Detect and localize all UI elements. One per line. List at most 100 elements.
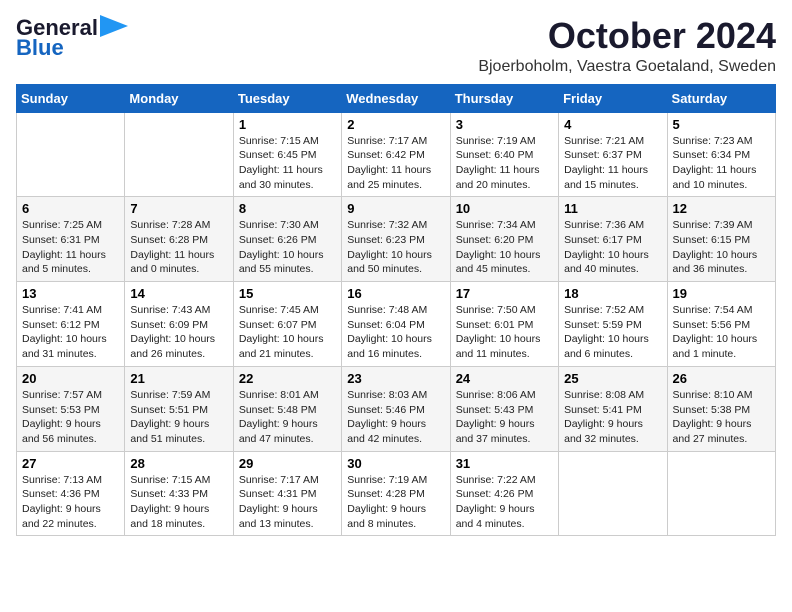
day-detail: Sunrise: 7:21 AM Sunset: 6:37 PM Dayligh…	[564, 134, 661, 193]
day-number: 28	[130, 456, 227, 471]
calendar-cell: 26 Sunrise: 8:10 AM Sunset: 5:38 PM Dayli…	[667, 366, 775, 451]
calendar-cell: 21 Sunrise: 7:59 AM Sunset: 5:51 PM Dayli…	[125, 366, 233, 451]
week-row-5: 27 Sunrise: 7:13 AM Sunset: 4:36 PM Dayli…	[17, 451, 776, 536]
logo-arrow-icon	[100, 15, 128, 37]
calendar-cell: 20 Sunrise: 7:57 AM Sunset: 5:53 PM Dayli…	[17, 366, 125, 451]
day-detail: Sunrise: 7:39 AM Sunset: 6:15 PM Dayligh…	[673, 218, 770, 277]
week-row-3: 13 Sunrise: 7:41 AM Sunset: 6:12 PM Dayli…	[17, 282, 776, 367]
calendar-cell: 11Sunrise: 7:36 AM Sunset: 6:17 PM Dayli…	[559, 197, 667, 282]
calendar-cell: 28Sunrise: 7:15 AM Sunset: 4:33 PM Dayli…	[125, 451, 233, 536]
day-number: 5	[673, 117, 770, 132]
day-number: 7	[130, 201, 227, 216]
day-detail: Sunrise: 7:48 AM Sunset: 6:04 PM Dayligh…	[347, 303, 444, 362]
day-number: 1	[239, 117, 336, 132]
day-detail: Sunrise: 7:30 AM Sunset: 6:26 PM Dayligh…	[239, 218, 336, 277]
day-detail: Sunrise: 7:19 AM Sunset: 4:28 PM Dayligh…	[347, 473, 444, 532]
day-number: 3	[456, 117, 553, 132]
day-detail: Sunrise: 7:32 AM Sunset: 6:23 PM Dayligh…	[347, 218, 444, 277]
calendar-cell: 1 Sunrise: 7:15 AM Sunset: 6:45 PM Daylig…	[233, 112, 341, 197]
weekday-header-saturday: Saturday	[667, 84, 775, 112]
day-detail: Sunrise: 7:45 AM Sunset: 6:07 PM Dayligh…	[239, 303, 336, 362]
day-detail: Sunrise: 7:41 AM Sunset: 6:12 PM Dayligh…	[22, 303, 119, 362]
calendar-cell: 10Sunrise: 7:34 AM Sunset: 6:20 PM Dayli…	[450, 197, 558, 282]
calendar-table: SundayMondayTuesdayWednesdayThursdayFrid…	[16, 84, 776, 537]
calendar-cell: 17 Sunrise: 7:50 AM Sunset: 6:01 PM Dayli…	[450, 282, 558, 367]
day-detail: Sunrise: 7:57 AM Sunset: 5:53 PM Dayligh…	[22, 388, 119, 447]
day-number: 18	[564, 286, 661, 301]
day-detail: Sunrise: 8:10 AM Sunset: 5:38 PM Dayligh…	[673, 388, 770, 447]
day-detail: Sunrise: 8:03 AM Sunset: 5:46 PM Dayligh…	[347, 388, 444, 447]
day-number: 24	[456, 371, 553, 386]
calendar-cell	[667, 451, 775, 536]
day-number: 8	[239, 201, 336, 216]
weekday-header-friday: Friday	[559, 84, 667, 112]
calendar-cell: 14Sunrise: 7:43 AM Sunset: 6:09 PM Dayli…	[125, 282, 233, 367]
day-number: 20	[22, 371, 119, 386]
day-detail: Sunrise: 7:19 AM Sunset: 6:40 PM Dayligh…	[456, 134, 553, 193]
day-number: 15	[239, 286, 336, 301]
day-number: 27	[22, 456, 119, 471]
calendar-cell: 31Sunrise: 7:22 AM Sunset: 4:26 PM Dayli…	[450, 451, 558, 536]
day-number: 2	[347, 117, 444, 132]
day-detail: Sunrise: 7:13 AM Sunset: 4:36 PM Dayligh…	[22, 473, 119, 532]
day-number: 25	[564, 371, 661, 386]
calendar-body: 1 Sunrise: 7:15 AM Sunset: 6:45 PM Daylig…	[17, 112, 776, 536]
week-row-4: 20 Sunrise: 7:57 AM Sunset: 5:53 PM Dayli…	[17, 366, 776, 451]
day-detail: Sunrise: 8:06 AM Sunset: 5:43 PM Dayligh…	[456, 388, 553, 447]
calendar-cell: 22Sunrise: 8:01 AM Sunset: 5:48 PM Dayli…	[233, 366, 341, 451]
day-number: 23	[347, 371, 444, 386]
day-detail: Sunrise: 7:23 AM Sunset: 6:34 PM Dayligh…	[673, 134, 770, 193]
calendar-cell: 5 Sunrise: 7:23 AM Sunset: 6:34 PM Daylig…	[667, 112, 775, 197]
logo-blue-text: Blue	[16, 36, 64, 60]
month-title: October 2024	[478, 16, 776, 56]
weekday-header-tuesday: Tuesday	[233, 84, 341, 112]
weekday-header-row: SundayMondayTuesdayWednesdayThursdayFrid…	[17, 84, 776, 112]
calendar-cell: 19 Sunrise: 7:54 AM Sunset: 5:56 PM Dayli…	[667, 282, 775, 367]
day-detail: Sunrise: 7:15 AM Sunset: 6:45 PM Dayligh…	[239, 134, 336, 193]
logo: General Blue	[16, 16, 128, 60]
calendar-cell: 4 Sunrise: 7:21 AM Sunset: 6:37 PM Daylig…	[559, 112, 667, 197]
weekday-header-wednesday: Wednesday	[342, 84, 450, 112]
title-area: October 2024 Bjoerboholm, Vaestra Goetal…	[478, 16, 776, 76]
header: General Blue October 2024 Bjoerboholm, V…	[16, 16, 776, 76]
calendar-cell: 6 Sunrise: 7:25 AM Sunset: 6:31 PM Daylig…	[17, 197, 125, 282]
day-detail: Sunrise: 7:25 AM Sunset: 6:31 PM Dayligh…	[22, 218, 119, 277]
day-number: 21	[130, 371, 227, 386]
calendar-cell	[559, 451, 667, 536]
day-number: 13	[22, 286, 119, 301]
day-number: 19	[673, 286, 770, 301]
day-detail: Sunrise: 7:28 AM Sunset: 6:28 PM Dayligh…	[130, 218, 227, 277]
day-detail: Sunrise: 7:36 AM Sunset: 6:17 PM Dayligh…	[564, 218, 661, 277]
calendar-cell: 23 Sunrise: 8:03 AM Sunset: 5:46 PM Dayli…	[342, 366, 450, 451]
day-number: 4	[564, 117, 661, 132]
calendar-cell: 24 Sunrise: 8:06 AM Sunset: 5:43 PM Dayli…	[450, 366, 558, 451]
calendar-cell: 3 Sunrise: 7:19 AM Sunset: 6:40 PM Daylig…	[450, 112, 558, 197]
day-detail: Sunrise: 7:17 AM Sunset: 6:42 PM Dayligh…	[347, 134, 444, 193]
calendar-cell: 8 Sunrise: 7:30 AM Sunset: 6:26 PM Daylig…	[233, 197, 341, 282]
week-row-1: 1 Sunrise: 7:15 AM Sunset: 6:45 PM Daylig…	[17, 112, 776, 197]
calendar-cell: 29 Sunrise: 7:17 AM Sunset: 4:31 PM Dayli…	[233, 451, 341, 536]
calendar-cell: 18 Sunrise: 7:52 AM Sunset: 5:59 PM Dayli…	[559, 282, 667, 367]
day-number: 29	[239, 456, 336, 471]
calendar-cell	[17, 112, 125, 197]
day-number: 17	[456, 286, 553, 301]
day-detail: Sunrise: 7:43 AM Sunset: 6:09 PM Dayligh…	[130, 303, 227, 362]
calendar-cell: 25Sunrise: 8:08 AM Sunset: 5:41 PM Dayli…	[559, 366, 667, 451]
day-number: 30	[347, 456, 444, 471]
day-number: 26	[673, 371, 770, 386]
calendar-cell: 7 Sunrise: 7:28 AM Sunset: 6:28 PM Daylig…	[125, 197, 233, 282]
calendar-cell: 30 Sunrise: 7:19 AM Sunset: 4:28 PM Dayli…	[342, 451, 450, 536]
day-detail: Sunrise: 7:34 AM Sunset: 6:20 PM Dayligh…	[456, 218, 553, 277]
day-detail: Sunrise: 7:50 AM Sunset: 6:01 PM Dayligh…	[456, 303, 553, 362]
day-detail: Sunrise: 7:54 AM Sunset: 5:56 PM Dayligh…	[673, 303, 770, 362]
calendar-cell: 13 Sunrise: 7:41 AM Sunset: 6:12 PM Dayli…	[17, 282, 125, 367]
day-number: 6	[22, 201, 119, 216]
day-number: 31	[456, 456, 553, 471]
weekday-header-thursday: Thursday	[450, 84, 558, 112]
day-detail: Sunrise: 7:52 AM Sunset: 5:59 PM Dayligh…	[564, 303, 661, 362]
day-detail: Sunrise: 7:17 AM Sunset: 4:31 PM Dayligh…	[239, 473, 336, 532]
day-number: 22	[239, 371, 336, 386]
day-detail: Sunrise: 7:59 AM Sunset: 5:51 PM Dayligh…	[130, 388, 227, 447]
day-number: 9	[347, 201, 444, 216]
day-number: 16	[347, 286, 444, 301]
